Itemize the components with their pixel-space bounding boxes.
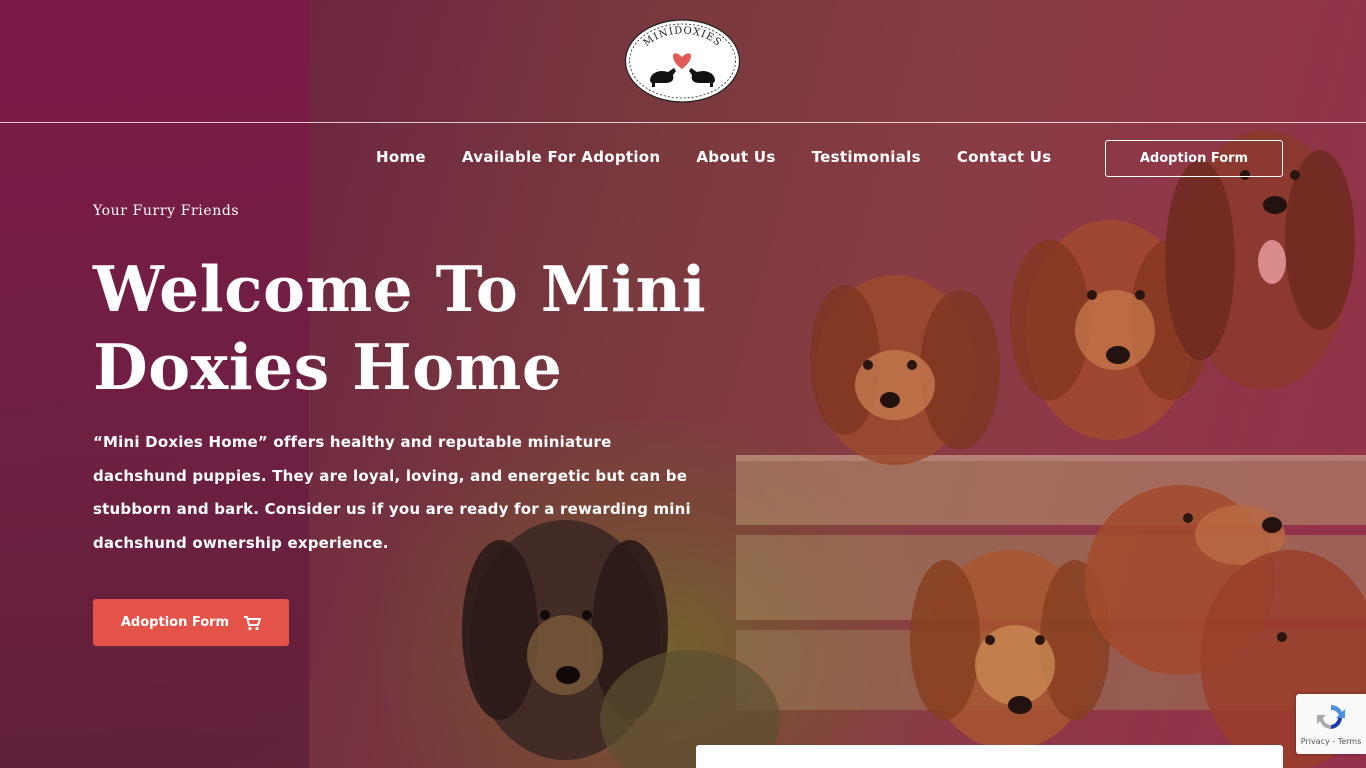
hero-headline: Welcome To Mini Doxies Home bbox=[93, 252, 707, 404]
minidoxies-logo[interactable]: MINIDOXIES bbox=[624, 19, 741, 103]
recaptcha-badge[interactable]: Privacy - Terms bbox=[1296, 694, 1366, 754]
hero-eyebrow: Your Furry Friends bbox=[93, 203, 240, 219]
nav-contact-us[interactable]: Contact Us bbox=[957, 148, 1052, 166]
hero-cta-label: Adoption Form bbox=[120, 615, 230, 630]
nav-testimonials[interactable]: Testimonials bbox=[812, 148, 921, 166]
cart-icon bbox=[244, 615, 262, 630]
nav-links: Home Available For Adoption About Us Tes… bbox=[376, 148, 1052, 166]
site-header: MINIDOXIES bbox=[0, 0, 1366, 123]
hero-intro: “Mini Doxies Home” offers healthy and re… bbox=[93, 433, 691, 552]
hero-adoption-form-button[interactable]: Adoption Form bbox=[93, 599, 289, 646]
recaptcha-icon bbox=[1317, 704, 1345, 729]
bottom-card bbox=[696, 745, 1283, 768]
nav-home[interactable]: Home bbox=[376, 148, 426, 166]
nav-adoption-form-button[interactable]: Adoption Form bbox=[1105, 140, 1283, 177]
main-nav: Home Available For Adoption About Us Tes… bbox=[0, 140, 1366, 178]
nav-about-us[interactable]: About Us bbox=[696, 148, 775, 166]
recaptcha-terms[interactable]: Privacy - Terms bbox=[1296, 737, 1366, 746]
nav-available-for-adoption[interactable]: Available For Adoption bbox=[462, 148, 661, 166]
